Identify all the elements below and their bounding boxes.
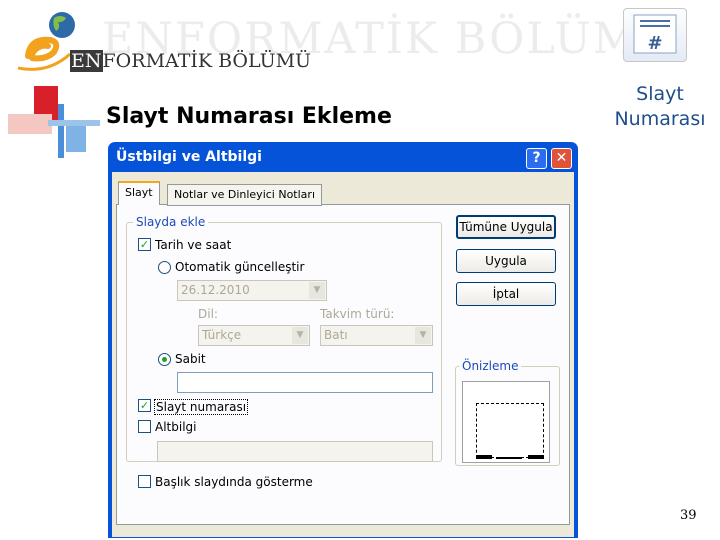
brand-name: ENFORMATİK BÖLÜMÜ — [70, 50, 311, 72]
footer-checkbox[interactable] — [138, 420, 151, 433]
preview-legend: Önizleme — [459, 359, 522, 373]
fixed-radio[interactable] — [158, 353, 171, 366]
tab-notes[interactable]: Notlar ve Dinleyici Notları — [167, 184, 322, 206]
date-format-dropdown[interactable]: 26.12.2010 ▼ — [177, 280, 327, 301]
slide-number-ribbon-icon: # — [623, 8, 687, 62]
slide-number-ribbon-label: Slayt Numarası — [604, 82, 716, 132]
hide-on-title-label: Başlık slaydında gösterme — [155, 475, 313, 489]
fixed-date-input[interactable] — [177, 372, 433, 393]
calendar-type-dropdown[interactable]: Batı ▼ — [320, 325, 433, 346]
date-format-value: 26.12.2010 — [181, 283, 250, 297]
preview-footer-placeholder — [496, 457, 522, 459]
brand-rest: FORMATİK BÖLÜMÜ — [102, 50, 312, 72]
close-button[interactable]: ✕ — [551, 148, 572, 169]
date-time-checkbox[interactable]: ✓ — [138, 238, 151, 251]
chevron-down-icon: ▼ — [309, 282, 325, 299]
hide-on-title-checkbox[interactable] — [138, 475, 151, 488]
svg-text:#: # — [647, 33, 662, 54]
footer-label: Altbilgi — [155, 420, 197, 434]
chevron-down-icon: ▼ — [415, 327, 431, 344]
calendar-type-value: Batı — [324, 328, 348, 342]
decorative-squares — [8, 86, 100, 158]
page-number: 39 — [680, 508, 697, 523]
language-value: Türkçe — [202, 328, 242, 342]
hash-slide-icon: # — [633, 14, 677, 54]
slide-title: Slayt Numarası Ekleme — [106, 104, 392, 129]
date-time-label: Tarih ve saat — [155, 238, 232, 252]
slide-number-label: Slayt numarası — [154, 399, 249, 415]
auto-update-radio[interactable] — [158, 261, 171, 274]
language-label: Dil: — [198, 307, 218, 321]
apply-button[interactable]: Uygula — [456, 249, 556, 273]
chevron-down-icon: ▼ — [292, 327, 308, 344]
preview-slide-number-placeholder — [528, 455, 544, 459]
tab-slayt[interactable]: Slayt — [118, 181, 160, 205]
footer-text-input[interactable] — [157, 441, 433, 462]
ribbon-label-line1: Slayt — [636, 83, 684, 105]
calendar-type-label: Takvim türü: — [320, 307, 395, 321]
apply-all-button[interactable]: Tümüne Uygula — [456, 215, 556, 239]
help-button[interactable]: ? — [526, 148, 547, 169]
language-dropdown[interactable]: Türkçe ▼ — [198, 325, 310, 346]
cancel-button[interactable]: İptal — [456, 282, 556, 306]
slayda-ekle-legend: Slayda ekle — [133, 215, 209, 229]
preview-content-placeholder — [476, 403, 544, 458]
preview-date-placeholder — [476, 455, 492, 459]
auto-update-label: Otomatik güncelleştir — [175, 260, 305, 274]
ribbon-label-line2: Numarası — [614, 108, 706, 130]
brand-prefix: EN — [70, 50, 103, 72]
fixed-label: Sabit — [175, 352, 206, 366]
radio-selected-dot — [162, 357, 167, 362]
slide-number-checkbox[interactable]: ✓ — [138, 399, 151, 412]
dialog-title: Üstbilgi ve Altbilgi — [116, 149, 262, 165]
